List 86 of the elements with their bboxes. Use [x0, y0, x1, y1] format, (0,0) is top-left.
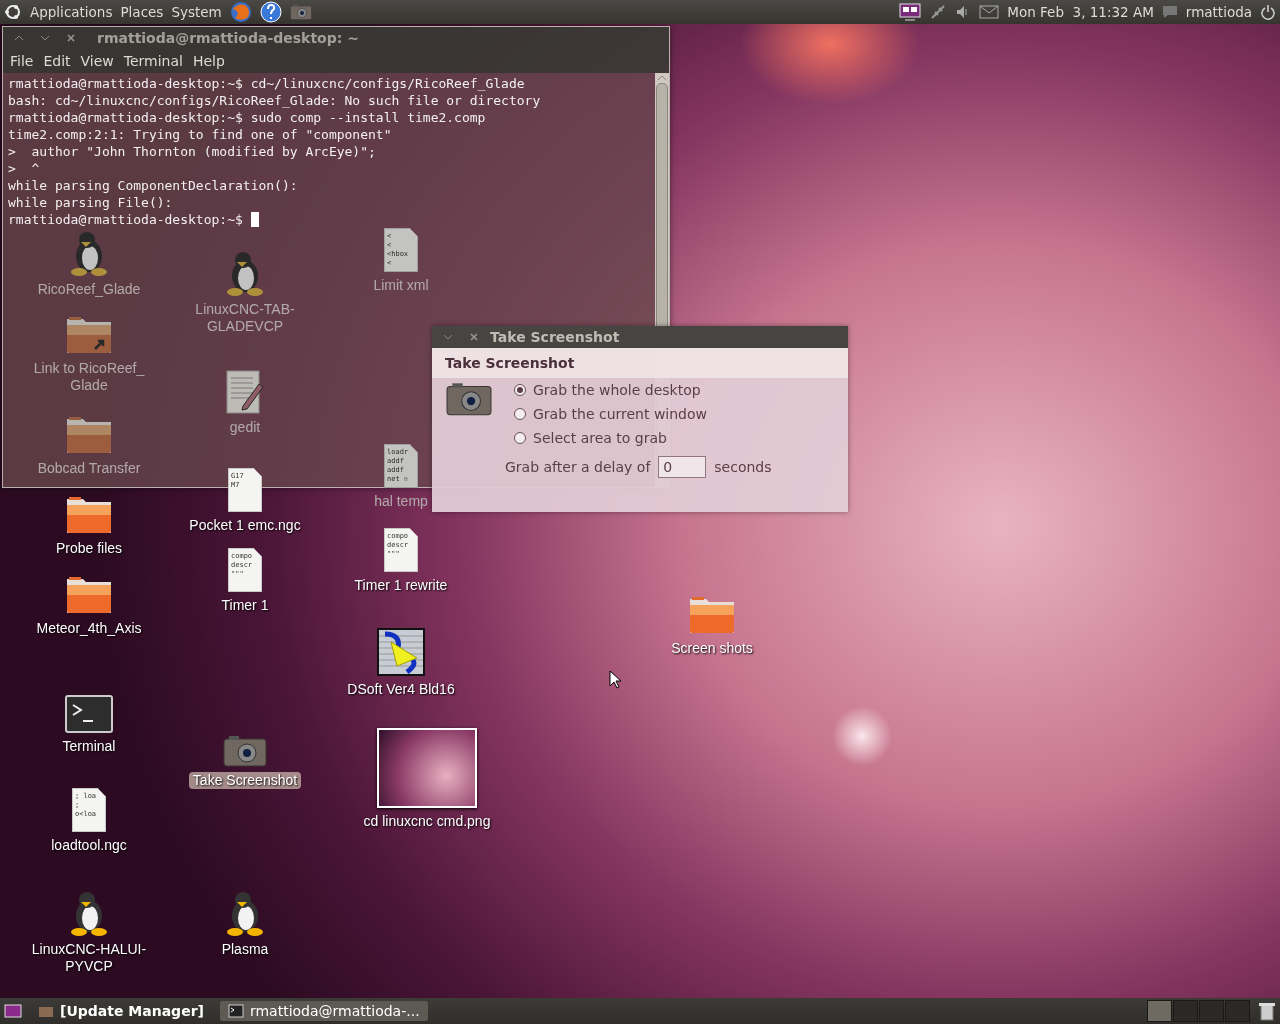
- power-icon[interactable]: [1260, 4, 1276, 20]
- mail-icon[interactable]: [979, 5, 1000, 19]
- panel-menu[interactable]: Applications: [30, 4, 113, 20]
- desktop-icon-label[interactable]: DSoft Ver4 Bld16: [343, 681, 459, 698]
- desktop-icon-label[interactable]: LinuxCNC-TAB-GLADEVCP: [176, 301, 314, 335]
- terminal-line: while parsing File():: [8, 194, 173, 211]
- terminal-line: rmattioda@rmattioda-desktop:~$ cd~/linuxcnc/configs/RicoReef_Glade: [8, 75, 525, 92]
- terminal-icon: [227, 1004, 244, 1018]
- folder-link-icon: [65, 315, 113, 355]
- folder-icon: [65, 415, 113, 455]
- folder-icon: [65, 495, 113, 535]
- mouse-pointer-icon: [609, 670, 621, 689]
- desktop-icon-label[interactable]: LinuxCNC-HALUI-PYVCP: [20, 941, 158, 975]
- desktop-icon-label[interactable]: RicoReef_Glade: [33, 281, 145, 298]
- dialog-heading: Take Screenshot: [445, 355, 575, 371]
- panel-clock[interactable]: Mon Feb 3, 11:32 AM: [1007, 4, 1154, 20]
- option-label: Select area to grab: [533, 430, 667, 446]
- app-icon: [377, 628, 425, 676]
- delay-label: Grab after a delay of: [505, 459, 651, 475]
- show-desktop-icon[interactable]: [4, 1004, 22, 1018]
- panel-menu[interactable]: Places: [120, 4, 164, 20]
- close-icon[interactable]: [67, 34, 75, 42]
- help-icon[interactable]: [259, 1, 282, 23]
- menu-item[interactable]: Help: [189, 53, 228, 69]
- window-title: Take Screenshot: [490, 329, 620, 345]
- desktop-icon-label[interactable]: Screen shots: [667, 640, 757, 657]
- desktop-icon-label[interactable]: Link to RicoReef_ Glade: [20, 360, 158, 394]
- desktop-icon-label[interactable]: Terminal: [58, 738, 120, 755]
- folder-icon: [65, 575, 113, 615]
- window-title: rmattioda@rmattioda-desktop: ~: [97, 30, 359, 46]
- terminal-line: time2.comp:2:1: Trying to find one of "component": [8, 126, 392, 143]
- terminal-line: while parsing ComponentDeclaration():: [8, 177, 298, 194]
- desktop-icon-label[interactable]: Limit xml: [369, 277, 433, 294]
- workspace-cell[interactable]: [1199, 1000, 1224, 1022]
- terminal-icon: [65, 695, 113, 733]
- taskbar-button[interactable]: [Update Manager]: [30, 1001, 212, 1021]
- menu-item[interactable]: Terminal: [120, 53, 186, 69]
- terminal-line: rmattioda@rmattioda-desktop:~$ sudo comp --install time2.comp: [8, 109, 486, 126]
- chevron-down-icon[interactable]: [40, 35, 50, 41]
- ubuntu-logo-icon[interactable]: [4, 3, 22, 21]
- option-label: Grab the current window: [533, 406, 707, 422]
- menu-item[interactable]: File: [7, 53, 37, 69]
- close-icon[interactable]: [470, 333, 478, 341]
- terminal-line: rmattioda@rmattioda-desktop:~$: [8, 211, 244, 228]
- desktop-icon-label[interactable]: Plasma: [217, 941, 273, 958]
- desktop-icon-label[interactable]: Pocket 1 emc.ngc: [185, 517, 305, 534]
- desktop-icon-label[interactable]: Probe files: [51, 540, 127, 557]
- desktop-icon-label[interactable]: gedit: [225, 419, 265, 436]
- workspace-cell[interactable]: [1173, 1000, 1198, 1022]
- terminal-line: bash: cd~/linuxcnc/configs/RicoReef_Glade: No such file or directory: [8, 92, 541, 109]
- browser-icon[interactable]: [229, 1, 252, 23]
- radio-button[interactable]: [514, 432, 526, 444]
- desktop-icon-label[interactable]: Timer 1 rewrite: [350, 577, 452, 594]
- camera-icon: [446, 382, 492, 416]
- desktop-icon-label[interactable]: Bobcad Transfer: [33, 460, 145, 477]
- panel-menu[interactable]: System: [171, 4, 222, 20]
- terminal-line: > author "John Thornton (modified by ArcEye)";: [8, 143, 376, 160]
- network-icon[interactable]: [929, 3, 948, 21]
- radio-button[interactable]: [514, 384, 526, 396]
- chevron-up-icon[interactable]: [657, 75, 667, 81]
- desktop-icon-label[interactable]: Timer 1: [217, 597, 273, 614]
- menu-item[interactable]: Edit: [40, 53, 74, 69]
- menu-item[interactable]: View: [77, 53, 117, 69]
- text-cursor: [250, 212, 259, 227]
- camera-icon: [223, 735, 267, 767]
- workspace-cell[interactable]: [1225, 1000, 1250, 1022]
- folder-icon: [688, 595, 736, 635]
- delay-spinner[interactable]: 0: [658, 456, 707, 478]
- desktop-icon-label[interactable]: Meteor_4th_Axis: [32, 620, 146, 637]
- delay-unit: seconds: [714, 459, 772, 475]
- screenshot-icon: [289, 3, 312, 21]
- taskbar-button[interactable]: rmattioda@rmattioda-...: [219, 1001, 428, 1021]
- trash-icon[interactable]: [1258, 1001, 1276, 1021]
- chat-icon[interactable]: [1161, 5, 1178, 19]
- panel-user[interactable]: rmattioda: [1185, 4, 1252, 20]
- chevron-up-icon[interactable]: [14, 35, 24, 41]
- text-editor-icon: [225, 370, 265, 414]
- desktop-icon-label[interactable]: loadtool.ngc: [47, 837, 131, 854]
- desktop-icon-label[interactable]: cd linuxcnc cmd.png: [359, 813, 495, 830]
- radio-button[interactable]: [514, 408, 526, 420]
- display-icon[interactable]: [899, 3, 922, 21]
- workspace-cell[interactable]: [1147, 1000, 1172, 1022]
- chevron-down-icon[interactable]: [443, 334, 453, 340]
- desktop-icon-label[interactable]: hal temp: [370, 493, 432, 510]
- option-label: Grab the whole desktop: [533, 382, 701, 398]
- terminal-line: > ^: [8, 160, 40, 177]
